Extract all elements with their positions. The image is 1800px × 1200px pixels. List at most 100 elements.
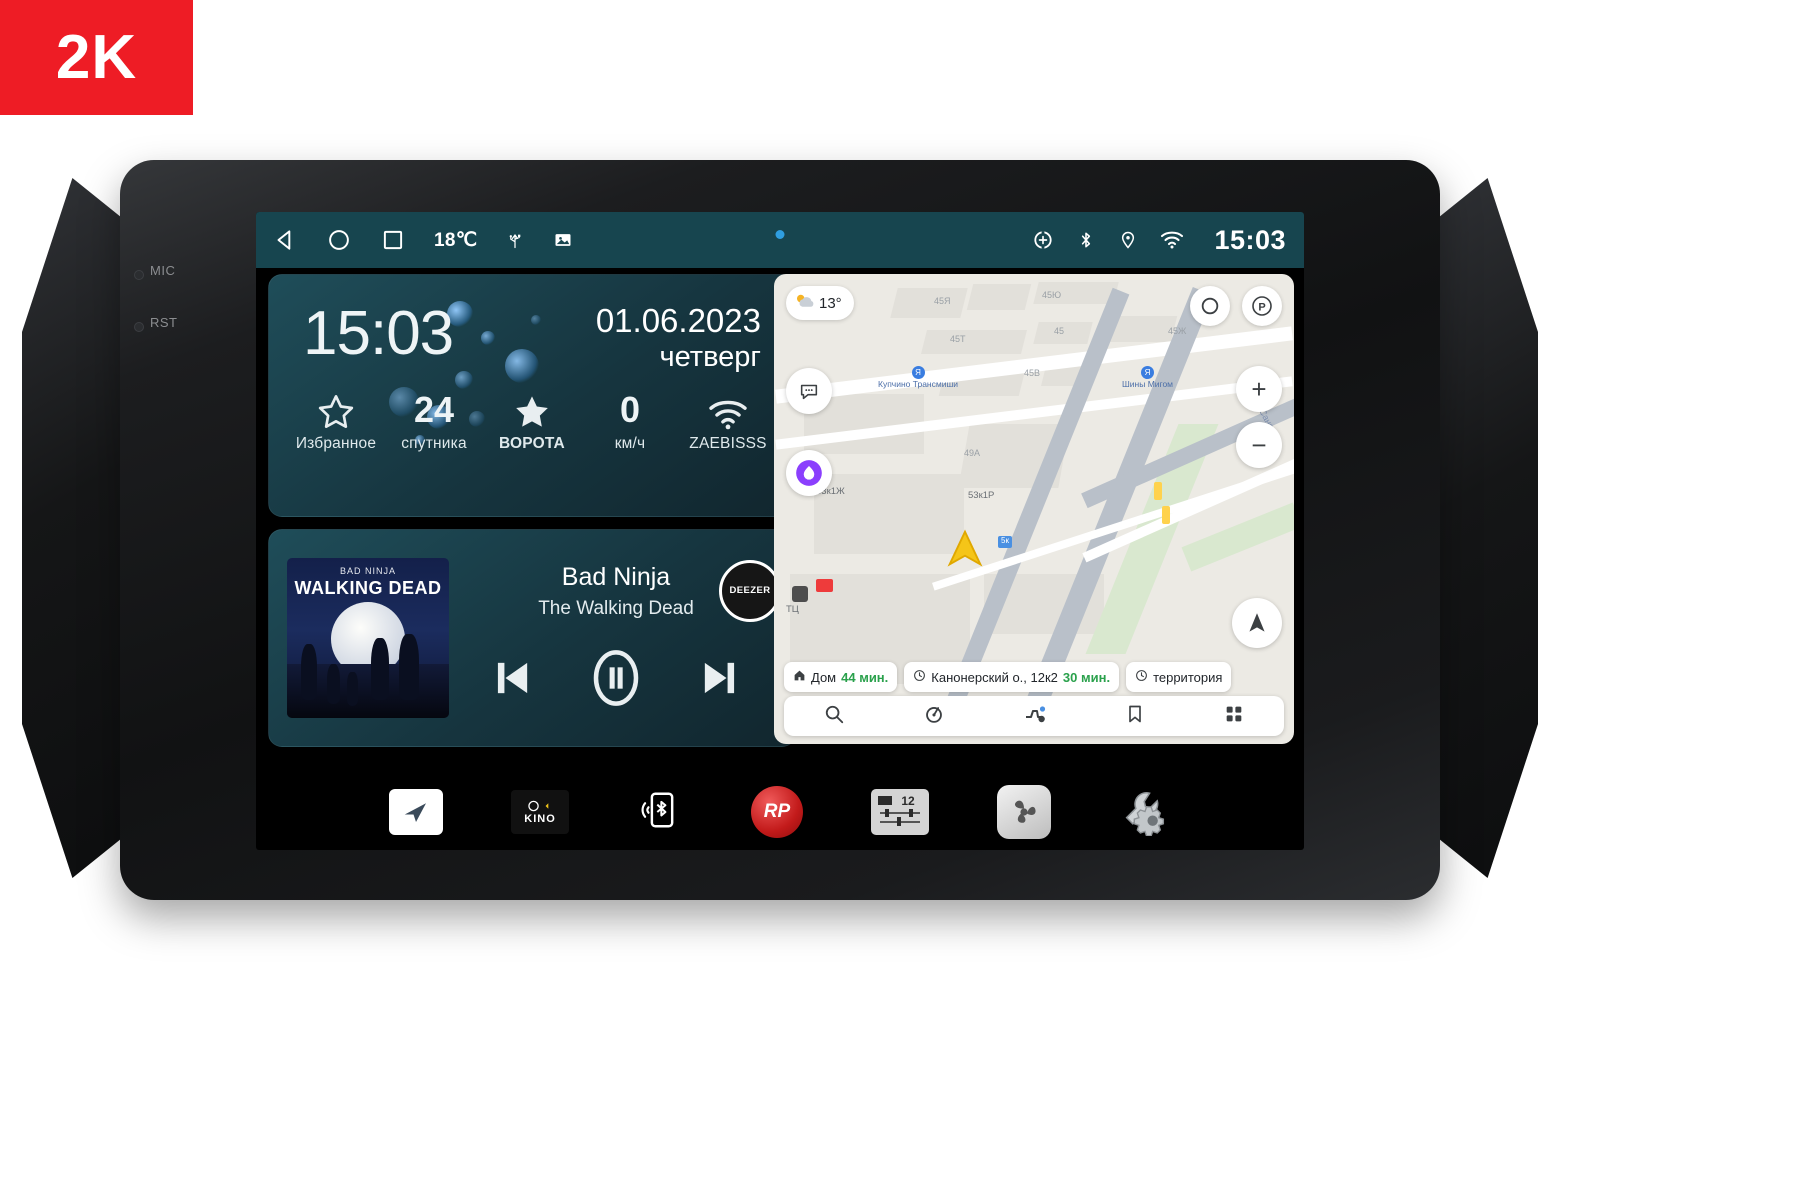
search-icon[interactable] [823,703,845,730]
traffic-light-icon [1162,506,1170,524]
map-toolbar [784,696,1284,736]
status-bar: 18℃ 15:03 [256,212,1304,268]
rp-icon: RP [751,786,803,838]
zoom-out-button[interactable]: − [1236,422,1282,468]
poi-label: Купчино Трансмиши [878,379,959,389]
resolution-badge-label: 2K [55,23,138,92]
traffic-icon[interactable] [1023,703,1047,730]
grid-menu-icon[interactable] [1223,703,1245,730]
next-button[interactable] [694,652,746,709]
parking-button[interactable]: P [1242,286,1282,326]
map-label: 45Я [934,296,951,306]
route-chip-area[interactable]: территория [1126,662,1232,692]
stat-favorites-label: Избранное [295,435,377,453]
clock-icon [913,669,926,685]
star-outline-icon [287,388,385,432]
map-widget[interactable]: 45Я 45Ю 45Т 45 45Ж 45В 49А 53к1Ж 53к1Р Т… [774,274,1294,744]
star-filled-icon [483,388,581,432]
stat-speed-label: км/ч [614,435,646,453]
pause-button[interactable] [584,646,648,715]
bookmark-icon[interactable] [1125,703,1145,730]
pharmacy-icon [816,579,833,592]
navigator-icon[interactable] [923,703,945,730]
stat-satellites-label: спутника [401,435,467,453]
map-label: 45Ж [1168,326,1187,336]
poi-label: Шины Мигом [1122,379,1174,389]
screenshot-icon[interactable] [553,230,573,250]
wrench-gear-icon [1119,784,1171,841]
track-title: Bad Ninja [561,562,671,591]
map-label: 45Ю [1042,290,1062,300]
previous-button[interactable] [486,652,538,709]
route-chip-label: территория [1153,669,1223,685]
stat-favorites[interactable]: Избранное [287,388,385,453]
clock-widget[interactable]: 15:03 01.06.2023 четверг Избранное 24 сп… [268,274,796,517]
figure [301,644,317,700]
stat-wifi[interactable]: ZAEBISSS [679,388,777,453]
map-label: 53к1Р [968,490,995,501]
zoom-in-button[interactable]: + [1236,366,1282,412]
album-title-small: BAD NINJA [339,566,396,576]
stat-gate[interactable]: ВОРОТА [483,388,581,453]
dock-climate-app[interactable] [997,785,1051,839]
left-column: 15:03 01.06.2023 четверг Избранное 24 сп… [268,274,796,774]
stat-gate-label: ВОРОТА [499,435,565,453]
route-chip-home[interactable]: Дом 44 мин. [784,662,898,692]
wifi-icon [679,388,777,432]
back-icon[interactable] [272,227,298,253]
home-icon [793,669,806,685]
recents-square-icon[interactable] [380,227,406,253]
dock-kino-app[interactable]: KINO [511,790,569,834]
vehicle-marker [942,526,988,577]
route-chip-label: Дом [811,669,837,685]
stat-satellites-value: 24 [413,389,455,431]
weather-temp: 13° [819,294,842,312]
clock-icon [1135,669,1148,685]
map-label: 45 [1054,326,1065,336]
map-label: 45В [1024,368,1041,378]
figure [399,634,419,700]
dock-bluetooth-phone-app[interactable] [637,787,683,838]
poi-dot-icon: Я [911,366,925,379]
equalizer-icon: 12 [871,789,929,835]
poi-marker[interactable]: Я Купчино Трансмиши [878,366,958,390]
map-label: ТЦ [786,604,799,615]
route-chips: Дом 44 мин. Канонерский о., 12к2 30 мин.… [784,662,1294,692]
figure [371,638,389,700]
figure [347,672,358,706]
layers-button[interactable] [1190,286,1230,326]
phone-bluetooth-icon [637,787,683,838]
resolution-badge: 2K [0,0,193,115]
touchscreen[interactable]: 18℃ 15:03 15:03 01.06.2023 четверг Избра… [256,212,1304,850]
route-chip-time: 30 мин. [1062,669,1111,685]
stat-satellites[interactable]: 24 спутника [385,388,483,453]
stat-speed[interactable]: 0 км/ч [581,388,679,453]
route-chip-address[interactable]: Канонерский о., 12к2 30 мин. [904,662,1120,692]
notification-dot [775,230,785,239]
usb-icon [505,229,525,251]
wifi-icon [1160,230,1184,250]
mall-icon [792,586,808,602]
rst-led [134,322,144,332]
album-title-big: WALKING DEAD [294,578,442,598]
deezer-badge: DEEZER [719,559,781,622]
chat-button[interactable] [786,368,832,414]
home-circle-icon[interactable] [326,227,352,253]
deezer-label: DEEZER [729,585,771,596]
poi-marker[interactable]: Я Шины Мигом [1122,366,1173,390]
mic-led [134,270,144,280]
dock-equalizer-app[interactable]: 12 [871,789,929,835]
mic-label: MIC [150,263,176,278]
stats-row: Избранное 24 спутника ВОРОТА 0 км/ч ZAEB… [269,374,795,453]
paper-plane-icon [389,789,443,835]
dock-radio-app[interactable]: RP [751,786,803,838]
widget-date: 01.06.2023 [595,302,761,339]
weather-chip[interactable]: 13° [786,286,854,320]
media-widget[interactable]: BAD NINJA WALKING DEAD DEEZER Bad Ninja [268,529,796,747]
route-chip-time: 44 мин. [841,669,889,685]
dock-navigation-app[interactable] [389,789,443,835]
gps-target-icon [1032,229,1054,251]
dock-settings-app[interactable] [1119,784,1171,841]
compass-button[interactable] [1232,598,1282,648]
assistant-button[interactable] [786,450,832,496]
